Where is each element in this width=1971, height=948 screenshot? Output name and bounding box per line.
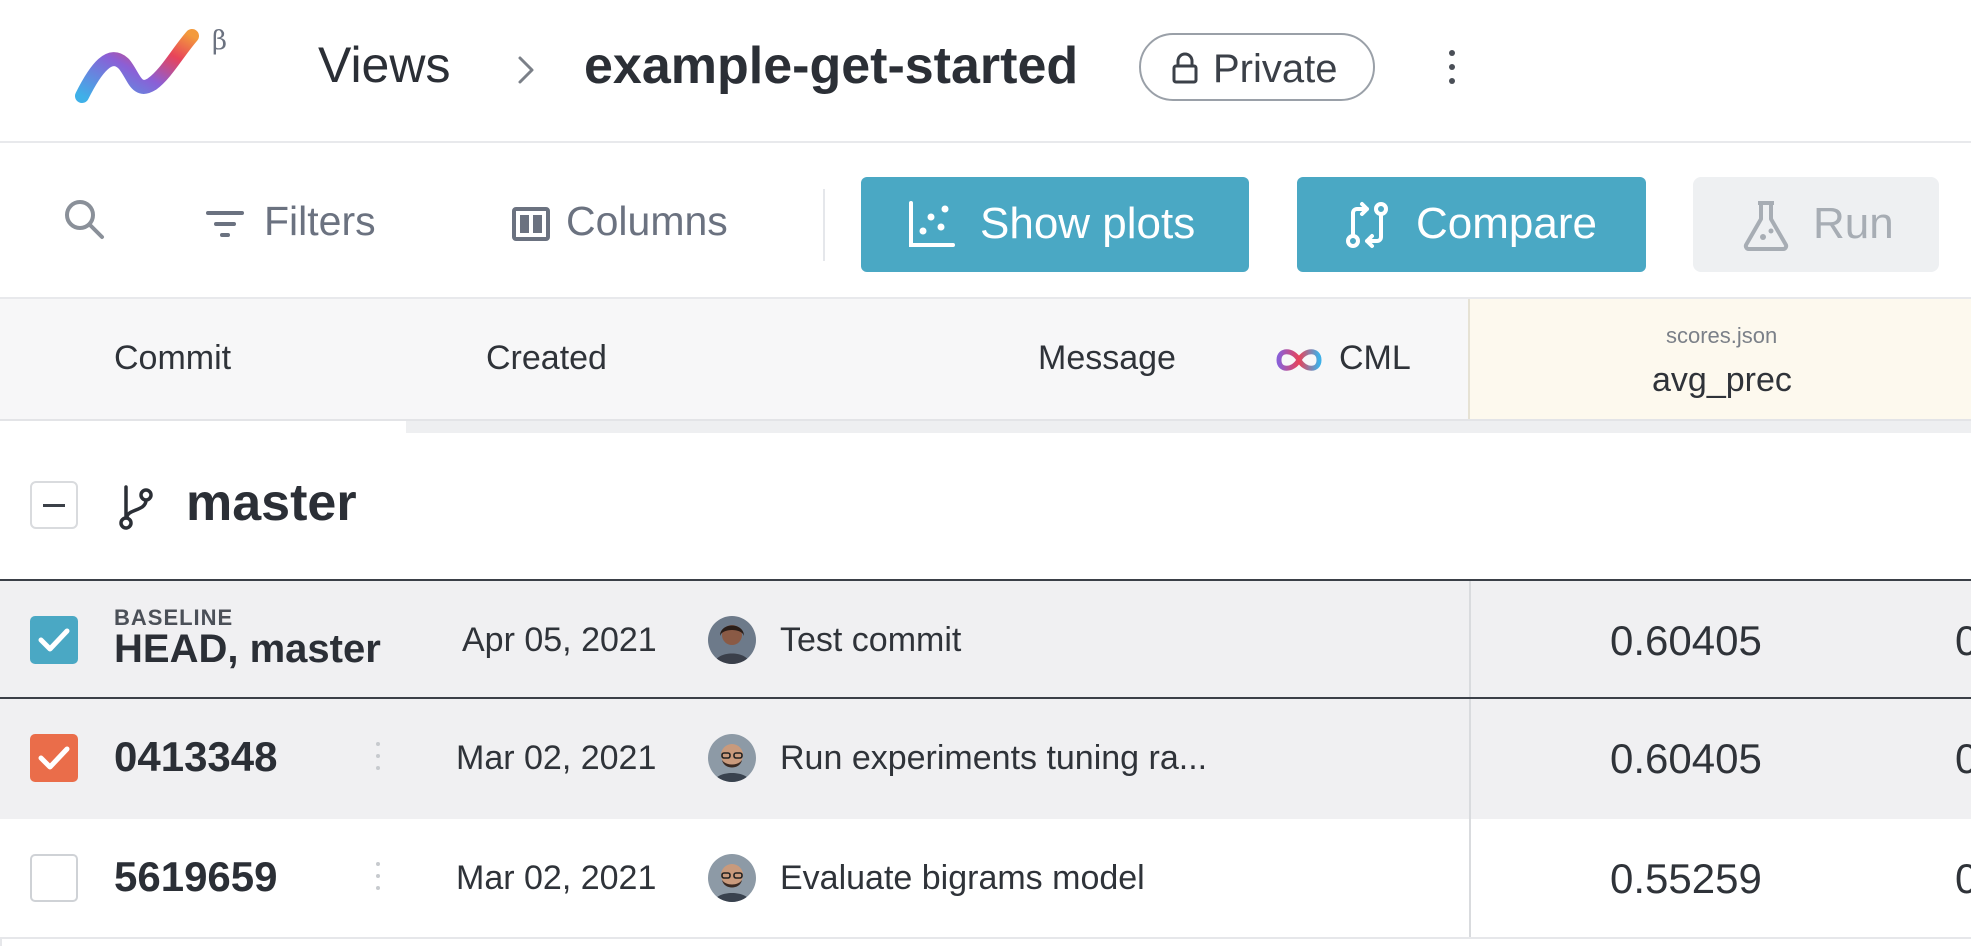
visibility-badge[interactable]: Private (1139, 33, 1375, 101)
show-plots-button[interactable]: Show plots (861, 177, 1249, 272)
flask-icon (1743, 201, 1789, 251)
cml-infinity-icon (1276, 349, 1322, 371)
metric-column-divider (1469, 699, 1471, 819)
visibility-label: Private (1213, 47, 1338, 91)
filters-button[interactable]: Filters (264, 198, 376, 245)
top-header: β Views example-get-started Private (0, 0, 1971, 143)
metric-name: avg_prec (1652, 361, 1792, 399)
created-date: Apr 05, 2021 (462, 621, 657, 659)
run-button[interactable]: Run (1693, 177, 1939, 272)
compare-label: Compare (1416, 199, 1597, 248)
table-row[interactable]: 5619659 Mar 02, 2021 Evaluate bigrams mo… (0, 819, 1971, 939)
column-header-commit[interactable]: Commit (114, 339, 231, 378)
column-header-metric[interactable]: scores.json avg_prec (1468, 299, 1971, 419)
filter-icon (206, 211, 244, 237)
row-checkbox[interactable] (30, 616, 78, 664)
scatter-plot-icon (909, 201, 955, 247)
columns-button[interactable]: Columns (566, 198, 728, 245)
git-branch-icon (119, 485, 153, 530)
metric-column-divider (1469, 819, 1471, 937)
commit-message[interactable]: Run experiments tuning ra... (780, 739, 1207, 778)
columns-icon (512, 207, 550, 241)
commit-message[interactable]: Evaluate bigrams model (780, 859, 1145, 898)
collapse-branch-button[interactable] (30, 481, 78, 529)
commit-sha[interactable]: 0413348 (114, 733, 278, 781)
compare-button[interactable]: Compare (1297, 177, 1646, 272)
column-header-message[interactable]: Message (1038, 339, 1176, 378)
table-row[interactable]: 0413348 Mar 02, 2021 Run experiments tun… (0, 699, 1971, 819)
compare-icon (1346, 202, 1388, 248)
table-row[interactable]: BASELINE HEAD, master Apr 05, 2021 Test … (0, 579, 1971, 699)
check-icon (38, 746, 70, 770)
commit-message[interactable]: Test commit (780, 621, 961, 660)
author-avatar (708, 854, 756, 902)
branch-group-header: master (0, 433, 1971, 579)
metric-column-divider (1469, 581, 1471, 697)
table-header: Commit Created Message CML scores.json a… (0, 299, 1971, 421)
show-plots-label: Show plots (980, 199, 1196, 248)
toolbar: Filters Columns Show plots Compare Run (0, 143, 1971, 299)
next-column-value: 0 (1955, 617, 1971, 664)
column-header-created[interactable]: Created (486, 339, 607, 378)
chevron-right-icon (518, 56, 534, 84)
row-more-icon[interactable] (374, 739, 382, 783)
next-column-value: 0 (1955, 855, 1971, 902)
created-date: Mar 02, 2021 (456, 859, 657, 897)
app-logo[interactable] (74, 28, 204, 108)
metric-file-name: scores.json (1666, 323, 1778, 348)
check-icon (38, 628, 70, 652)
created-date: Mar 02, 2021 (456, 739, 657, 777)
author-avatar (708, 616, 756, 664)
metric-value: 0.55259 (1610, 855, 1762, 902)
branch-name: master (186, 474, 357, 532)
lock-icon (1172, 52, 1198, 84)
author-avatar (708, 734, 756, 782)
row-checkbox[interactable] (30, 854, 78, 902)
breadcrumb-project[interactable]: example-get-started (584, 36, 1078, 96)
scrollbar-thumb[interactable] (0, 421, 406, 433)
commit-ref[interactable]: HEAD, master (114, 627, 381, 672)
search-icon[interactable] (60, 195, 110, 245)
metric-value: 0.60405 (1610, 617, 1762, 664)
run-label: Run (1813, 199, 1894, 248)
row-checkbox[interactable] (30, 734, 78, 782)
beta-badge: β (212, 26, 228, 56)
toolbar-divider (823, 189, 825, 261)
metric-value: 0.60405 (1610, 735, 1762, 782)
row-more-icon[interactable] (374, 859, 382, 903)
column-header-cml[interactable]: CML (1339, 339, 1411, 378)
breadcrumb-views[interactable]: Views (318, 36, 450, 94)
commit-sha[interactable]: 5619659 (114, 853, 278, 901)
next-column-value: 0 (1955, 735, 1971, 782)
more-options-icon[interactable] (1440, 46, 1464, 92)
